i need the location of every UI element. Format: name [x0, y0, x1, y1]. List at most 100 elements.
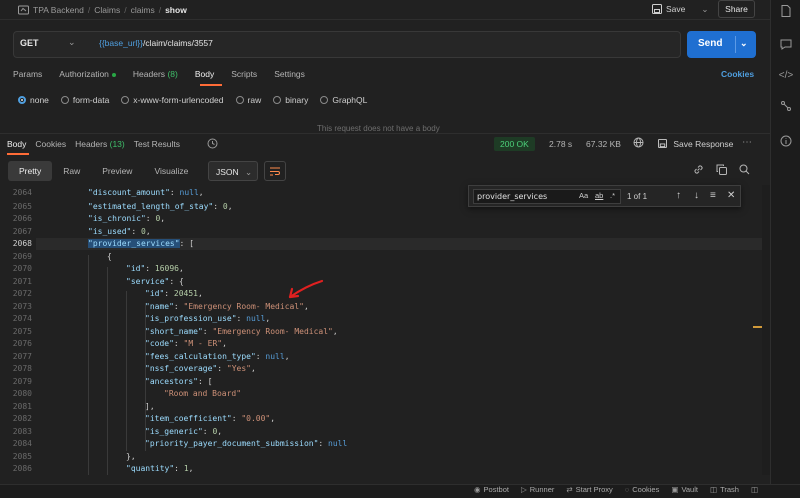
code-line: "nssf_coverage": "Yes",: [145, 364, 256, 373]
trash-button[interactable]: ◫ Trash: [710, 485, 739, 494]
response-actions: [693, 164, 750, 178]
annotation-arrow: [288, 279, 324, 299]
regex-toggle[interactable]: .*: [610, 191, 615, 200]
breadcrumb-item[interactable]: TPA Backend: [33, 5, 84, 15]
response-size[interactable]: 67.32 KB: [586, 139, 621, 149]
view-raw[interactable]: Raw: [52, 161, 91, 181]
send-button[interactable]: Send ⌄: [687, 31, 756, 58]
tab-authorization[interactable]: Authorization: [59, 69, 116, 79]
resp-tab-cookies[interactable]: Cookies: [35, 139, 66, 149]
resp-tab-headers[interactable]: Headers (13): [75, 139, 125, 149]
info-icon[interactable]: [779, 134, 793, 148]
radio-label: x-www-form-urlencoded: [133, 95, 224, 105]
start-proxy-button[interactable]: ⇄ Start Proxy: [566, 485, 612, 494]
save-response-button[interactable]: Save Response: [658, 139, 733, 149]
comments-icon[interactable]: [779, 37, 793, 51]
body-type-options: none form-data x-www-form-urlencoded raw…: [18, 95, 367, 105]
cookie-icon: ◌: [624, 485, 630, 494]
save-button[interactable]: Save ⌄: [652, 1, 709, 17]
find-widget: provider_services Aa ab .* 1 of 1 ↑ ↓ ≡ …: [468, 185, 741, 207]
vault-icon: ▣: [671, 485, 679, 494]
radio-dot: [18, 96, 26, 104]
code-line: ],: [145, 402, 155, 411]
wrap-lines-icon[interactable]: [264, 161, 286, 181]
view-mode-selector: Pretty Raw Preview Visualize: [8, 161, 199, 181]
tab-headers[interactable]: Headers (8): [133, 69, 178, 79]
breadcrumb-current[interactable]: show: [165, 5, 187, 15]
send-divider: [735, 36, 736, 53]
find-query: provider_services: [477, 192, 548, 201]
resp-tab-body[interactable]: Body: [7, 139, 26, 149]
related-icon[interactable]: [779, 99, 793, 113]
line-number: 2079: [12, 377, 32, 386]
line-number: 2074: [12, 314, 32, 323]
status-badge[interactable]: 200 OK: [494, 137, 535, 151]
http-method-select[interactable]: GET: [20, 38, 39, 48]
radio-urlencoded[interactable]: x-www-form-urlencoded: [121, 95, 224, 105]
share-button[interactable]: Share: [718, 0, 755, 18]
vault-button[interactable]: ▣ Vault: [671, 485, 698, 494]
arrow-down-icon[interactable]: ↓: [694, 190, 699, 201]
code-line: "short_name": "Emergency Room- Medical",: [145, 327, 338, 336]
vertical-scrollbar[interactable]: [762, 185, 770, 475]
indent-guide: [88, 255, 89, 475]
cookies-link[interactable]: Cookies: [721, 69, 754, 79]
code-icon[interactable]: </>: [779, 68, 793, 82]
copy-icon[interactable]: [716, 164, 727, 178]
code-line: "provider_services": [: [88, 239, 194, 248]
runner-button[interactable]: ▷ Runner: [521, 485, 554, 494]
match-case-toggle[interactable]: Aa: [579, 191, 588, 200]
find-in-selection-icon[interactable]: ≡: [710, 190, 716, 201]
more-options-icon[interactable]: ⋯: [742, 137, 752, 148]
resp-tab-test-results[interactable]: Test Results: [134, 139, 180, 149]
radio-form-data[interactable]: form-data: [60, 95, 109, 105]
resp-tab-headers-label: Headers: [75, 139, 108, 149]
chevron-down-icon[interactable]: ⌄: [68, 37, 76, 48]
line-number: 2070: [12, 264, 32, 273]
breadcrumb-item[interactable]: claims: [131, 5, 155, 15]
radio-raw[interactable]: raw: [235, 95, 261, 105]
line-number: 2082: [12, 414, 32, 423]
resp-headers-count: (13): [109, 139, 125, 149]
line-number: 2072: [12, 289, 32, 298]
chevron-down-icon[interactable]: ⌄: [701, 4, 708, 15]
chevron-down-icon[interactable]: ⌄: [740, 38, 748, 49]
response-time[interactable]: 2.78 s: [549, 139, 572, 149]
tab-headers-label: Headers: [132, 69, 166, 79]
history-icon[interactable]: [207, 138, 218, 151]
link-icon[interactable]: [693, 164, 704, 178]
layout-icon[interactable]: ◫: [751, 485, 758, 494]
tab-body[interactable]: Body: [195, 69, 214, 79]
tab-settings[interactable]: Settings: [274, 69, 305, 79]
close-icon[interactable]: ✕: [727, 190, 735, 201]
globe-icon[interactable]: [633, 137, 644, 151]
url-input[interactable]: {{base_url}}/claim/claims/3557: [99, 38, 213, 48]
radio-none[interactable]: none: [18, 95, 49, 105]
radio-label: binary: [285, 95, 309, 105]
indent-guide: [126, 291, 127, 451]
match-word-toggle[interactable]: ab: [595, 191, 603, 200]
tab-scripts[interactable]: Scripts: [231, 69, 257, 79]
postbot-button[interactable]: ◉ Postbot: [474, 485, 509, 494]
breadcrumb-item[interactable]: Claims: [94, 5, 120, 15]
view-visualize[interactable]: Visualize: [143, 161, 199, 181]
docs-icon[interactable]: [779, 4, 793, 18]
radio-graphql[interactable]: GraphQL: [320, 95, 367, 105]
view-pretty[interactable]: Pretty: [8, 161, 53, 181]
code-line: "code": "M - ER",: [145, 339, 227, 348]
radio-dot: [235, 96, 244, 104]
search-icon[interactable]: [739, 164, 750, 178]
arrow-up-icon[interactable]: ↑: [676, 190, 681, 201]
format-value: JSON: [216, 167, 239, 177]
response-body-editor[interactable]: 2064 2065 2066 2067 2068 2069 2070 2071 …: [0, 185, 762, 475]
view-preview[interactable]: Preview: [91, 161, 143, 181]
no-body-message: This request does not have a body: [317, 124, 440, 133]
cookies-button[interactable]: ◌ Cookies: [625, 485, 660, 494]
format-select[interactable]: JSON ⌄: [208, 161, 258, 181]
postbot-icon: ◉: [474, 485, 481, 494]
save-label: Save: [666, 4, 686, 14]
line-number: 2064: [12, 188, 32, 197]
tab-params[interactable]: Params: [13, 69, 42, 79]
find-result-count: 1 of 1: [627, 192, 648, 201]
radio-binary[interactable]: binary: [273, 95, 308, 105]
